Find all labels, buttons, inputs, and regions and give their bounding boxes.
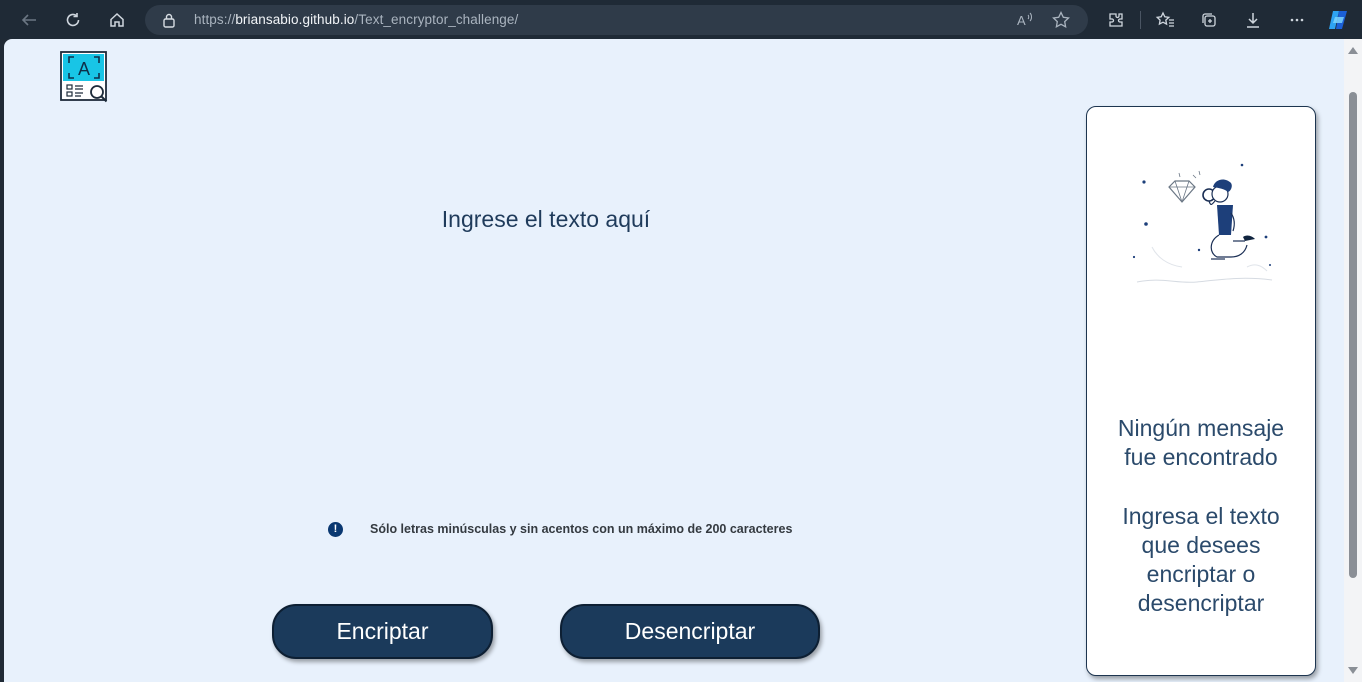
svg-text:A: A (1017, 13, 1026, 28)
instruction-line: desencriptar (1137, 590, 1265, 616)
home-icon[interactable] (103, 6, 131, 34)
collections-icon[interactable] (1195, 6, 1223, 34)
browser-toolbar: https://briansabio.github.io/Text_encryp… (0, 0, 1362, 39)
instruction-line: Ingresa el texto (1122, 503, 1280, 529)
app-logo[interactable]: A (60, 51, 110, 103)
url-host: briansabio.github.io (235, 12, 355, 27)
scrollbar-thumb[interactable] (1349, 92, 1357, 578)
searching-person-illustration (1127, 157, 1277, 297)
address-bar[interactable]: https://briansabio.github.io/Text_encryp… (145, 5, 1088, 35)
input-hint: Sólo letras minúsculas y sin acentos con… (370, 522, 793, 536)
extensions-icon[interactable] (1102, 6, 1130, 34)
svg-text:A: A (78, 59, 90, 79)
scroll-down-arrow-icon[interactable] (1348, 667, 1358, 674)
instruction-text: Ingresa el texto que desees encriptar o … (1087, 502, 1315, 618)
instruction-line: encriptar o (1146, 561, 1256, 587)
favorite-star-icon[interactable] (1051, 10, 1071, 35)
info-icon: ! (328, 522, 343, 537)
favorites-icon[interactable] (1151, 6, 1179, 34)
lock-icon[interactable] (162, 12, 176, 33)
instruction-line: que desees (1141, 532, 1261, 558)
download-icon[interactable] (1239, 6, 1267, 34)
scroll-up-arrow-icon[interactable] (1348, 47, 1358, 54)
vertical-scrollbar[interactable] (1344, 39, 1362, 682)
output-panel: Ningún mensaje fue encontrado Ingresa el… (1086, 106, 1316, 676)
no-message-line: Ningún mensaje (1117, 415, 1285, 441)
page-viewport: A Ingrese el texto aquí ! Sólo letras mi… (4, 39, 1362, 682)
no-message-line: fue encontrado (1124, 444, 1278, 470)
back-arrow-icon[interactable] (15, 6, 43, 34)
url-text[interactable]: https://briansabio.github.io/Text_encryp… (194, 12, 518, 27)
no-message-text: Ningún mensaje fue encontrado (1087, 414, 1315, 472)
read-aloud-icon[interactable]: A (1015, 10, 1035, 35)
toolbar-divider (1140, 11, 1141, 29)
copilot-icon[interactable] (1326, 8, 1350, 32)
encrypt-button[interactable]: Encriptar (272, 604, 493, 659)
url-path: /Text_encryptor_challenge/ (354, 12, 519, 27)
refresh-icon[interactable] (59, 6, 87, 34)
message-input[interactable] (124, 169, 973, 513)
more-options-icon[interactable] (1283, 6, 1311, 34)
url-scheme: https:// (194, 12, 236, 27)
decrypt-button[interactable]: Desencriptar (560, 604, 820, 659)
